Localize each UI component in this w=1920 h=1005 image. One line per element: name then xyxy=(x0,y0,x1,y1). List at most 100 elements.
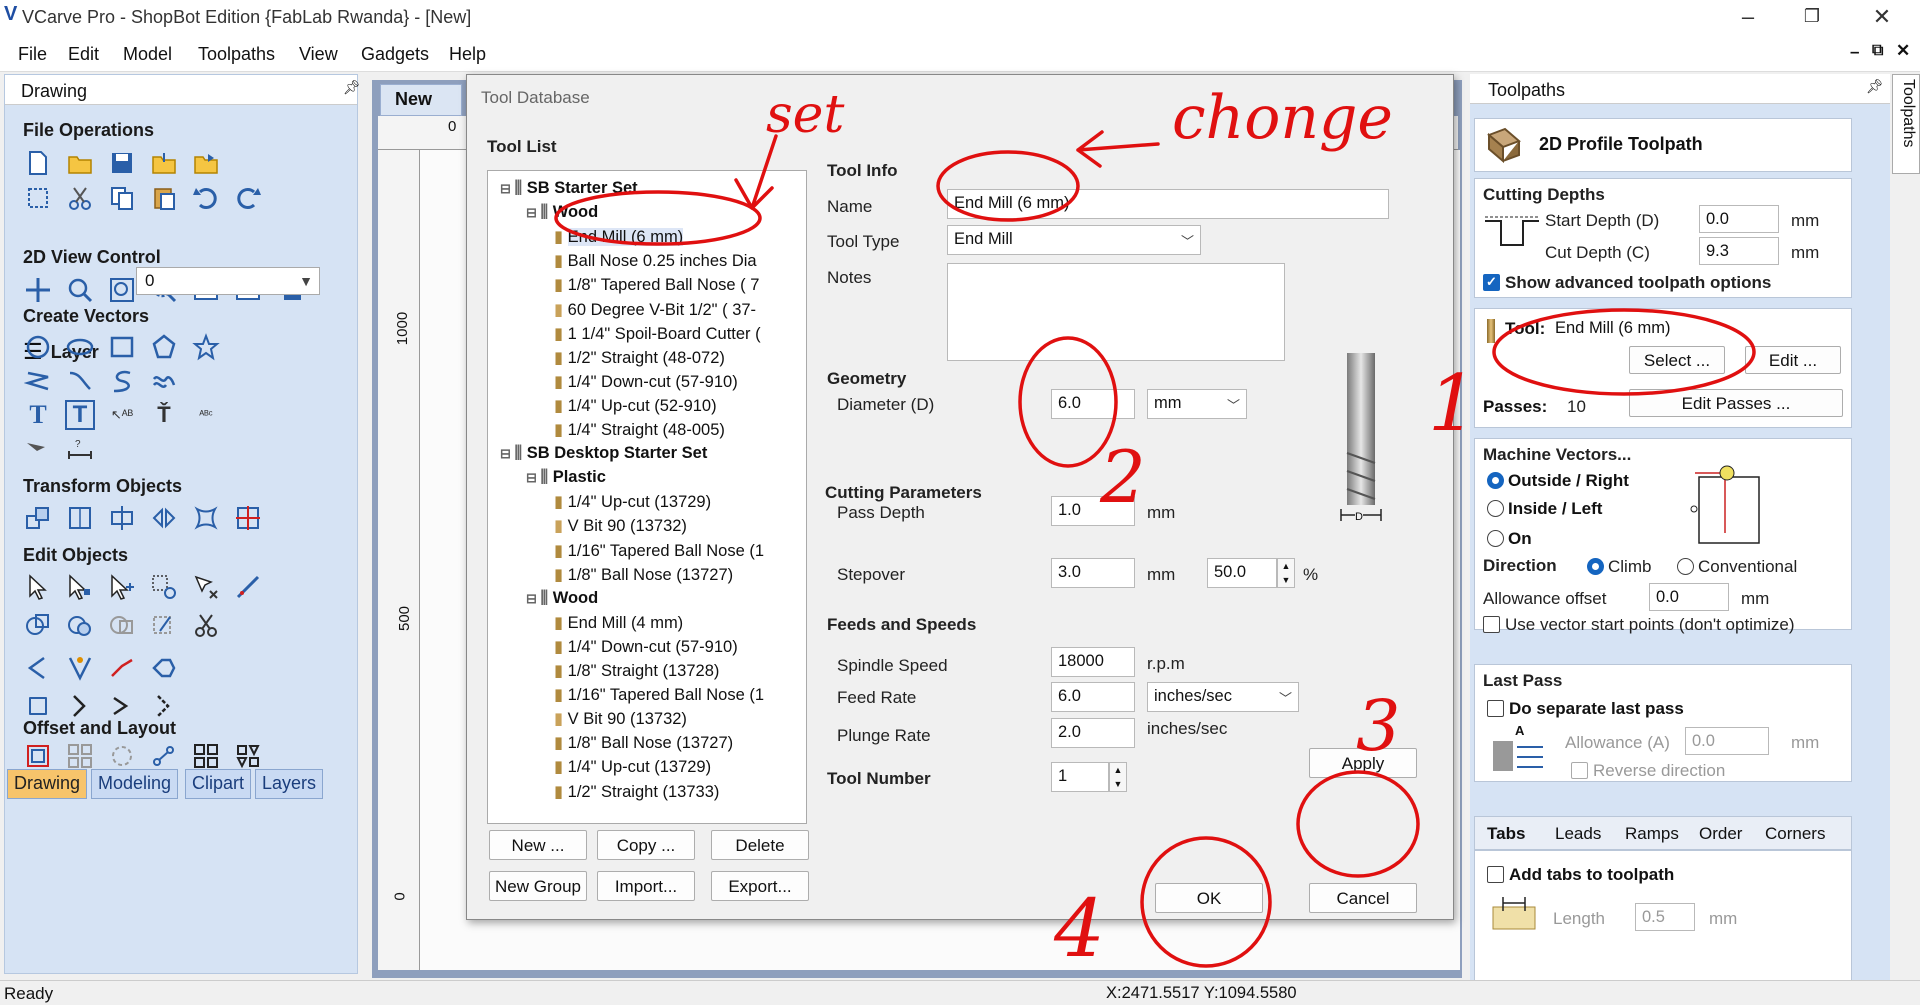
feed-rate-input[interactable]: 6.0 xyxy=(1051,682,1135,712)
inside-left-radio[interactable]: Inside / Left xyxy=(1487,499,1602,519)
text-icon[interactable]: T xyxy=(23,400,53,430)
nesting-icon[interactable] xyxy=(191,741,221,771)
tool-tree-item[interactable]: ▮ 60 Degree V-Bit 1/2" ( 37- xyxy=(554,300,756,324)
tool-tree-item[interactable]: ▮ 1/8" Tapered Ball Nose ( 7 xyxy=(554,275,759,299)
tool-tree-item[interactable]: ▮ 1/8" Straight (13728) xyxy=(554,661,719,685)
pin-icon[interactable]: 📌︎ xyxy=(343,79,361,96)
circular-array-icon[interactable] xyxy=(107,741,137,771)
apply-button[interactable]: Apply xyxy=(1309,748,1417,778)
tool-tree-item[interactable]: ▮ 1 1/4" Spoil-Board Cutter ( xyxy=(554,324,761,348)
tool-tree-item[interactable]: ▮ 1/4" Up-cut (52-910) xyxy=(554,396,717,420)
tool-name-input[interactable]: End Mill (6 mm) xyxy=(947,189,1389,219)
node-edit-icon[interactable] xyxy=(65,572,95,602)
tab-clipart[interactable]: Clipart xyxy=(185,769,252,799)
copy-tool-button[interactable]: Copy ... xyxy=(597,830,695,860)
pass-depth-input[interactable]: 1.0 xyxy=(1051,496,1135,526)
copy-along-vector-icon[interactable] xyxy=(149,741,179,771)
menu-toolpaths[interactable]: Toolpaths xyxy=(198,44,275,65)
selection-tools-icon[interactable] xyxy=(149,572,179,602)
fillet-icon[interactable] xyxy=(65,653,95,683)
text-on-curve-icon[interactable]: ↖ᴬᴮ xyxy=(107,400,137,430)
close-vector-icon[interactable] xyxy=(107,691,137,721)
tool-tree-item[interactable]: ▮ 1/4" Up-cut (13729) xyxy=(554,757,711,781)
undo-icon[interactable] xyxy=(191,183,221,213)
tool-tree-item[interactable]: ▮ 1/16" Tapered Ball Nose (1 xyxy=(554,685,764,709)
zoom-box-icon[interactable] xyxy=(65,275,95,305)
tool-tree-item[interactable]: ▮ 1/8" Ball Nose (13727) xyxy=(554,733,733,757)
mirror-icon[interactable] xyxy=(149,503,179,533)
tool-tree-item[interactable]: ▮ Ball Nose 0.25 inches Dia xyxy=(554,251,757,275)
redo-icon[interactable] xyxy=(233,183,263,213)
notes-textarea[interactable] xyxy=(947,263,1285,361)
circle-icon[interactable] xyxy=(23,332,53,362)
plunge-rate-input[interactable]: 2.0 xyxy=(1051,718,1135,748)
tab-layers[interactable]: Layers xyxy=(255,769,324,799)
weld-icon[interactable] xyxy=(23,610,53,640)
new-tool-button[interactable]: New ... xyxy=(489,830,587,860)
import-button[interactable]: Import... xyxy=(597,871,695,901)
text-frame-icon[interactable]: T xyxy=(65,400,95,430)
ok-button[interactable]: OK xyxy=(1155,883,1263,913)
export-button[interactable]: Export... xyxy=(711,871,809,901)
menu-edit[interactable]: Edit xyxy=(68,44,99,65)
tool-tree-item[interactable]: ▮ 1/8" Ball Nose (13727) xyxy=(554,565,733,589)
edit-tool-button[interactable]: Edit ... xyxy=(1745,346,1841,374)
mdi-restore-icon[interactable]: ⧉ xyxy=(1872,42,1883,60)
menu-gadgets[interactable]: Gadgets xyxy=(361,44,429,65)
on-radio[interactable]: On xyxy=(1487,529,1532,549)
intersect-icon[interactable] xyxy=(107,610,137,640)
mdi-minimize-icon[interactable]: – xyxy=(1850,42,1859,62)
mdi-close-icon[interactable]: ✕ xyxy=(1896,41,1910,61)
rectangle-icon[interactable] xyxy=(107,332,137,362)
tool-type-select[interactable]: End Mill ﹀ xyxy=(947,225,1201,255)
tool-tree-item[interactable]: ▮ 1/4" Up-cut (13729) xyxy=(554,492,711,516)
extend-vector-icon[interactable] xyxy=(149,653,179,683)
star-icon[interactable] xyxy=(191,332,221,362)
align-icon[interactable] xyxy=(65,503,95,533)
diameter-input[interactable]: 6.0 xyxy=(1051,389,1135,419)
trim-icon[interactable] xyxy=(149,610,179,640)
dimension-icon[interactable] xyxy=(23,434,53,464)
stepover-spinner[interactable]: ▲ ▼ xyxy=(1277,558,1295,588)
menu-view[interactable]: View xyxy=(299,44,338,65)
tab-length-input[interactable]: 0.5 xyxy=(1635,903,1695,931)
chamfer-icon[interactable] xyxy=(65,691,95,721)
plate-layout-icon[interactable] xyxy=(233,741,263,771)
arc-icon[interactable] xyxy=(107,366,137,396)
save-icon[interactable] xyxy=(107,148,137,178)
tool-tree-group[interactable]: ⊟ ⫼ SB Desktop Starter Set xyxy=(500,444,707,468)
job-setup-icon[interactable] xyxy=(23,183,53,213)
paste-icon[interactable] xyxy=(149,183,179,213)
move-icon[interactable] xyxy=(23,503,53,533)
spindle-speed-input[interactable]: 18000 xyxy=(1051,647,1135,677)
outside-right-radio[interactable]: Outside / Right xyxy=(1487,471,1629,491)
tool-tree[interactable]: ⊟ ⫼ SB Starter Set ⊟ ⫼ Wood ▮ End Mill (6 … xyxy=(487,170,807,824)
tool-tree-item[interactable]: ▮ 1/4" Down-cut (57-910) xyxy=(554,637,738,661)
text-arc-icon[interactable]: ᴬᴮᶜ xyxy=(191,400,221,430)
select-icon[interactable] xyxy=(23,572,53,602)
ellipse-icon[interactable] xyxy=(65,332,95,362)
climb-radio[interactable]: Climb xyxy=(1587,557,1651,577)
subtract-icon[interactable] xyxy=(65,610,95,640)
tab-drawing[interactable]: Drawing xyxy=(7,769,88,799)
tool-tree-group[interactable]: ⊟ ⫼ Wood xyxy=(526,203,598,227)
menu-model[interactable]: Model xyxy=(123,44,172,65)
menu-help[interactable]: Help xyxy=(449,44,486,65)
new-file-icon[interactable] xyxy=(23,148,53,178)
scissors-icon[interactable] xyxy=(191,610,221,640)
stepover-input[interactable]: 3.0 xyxy=(1051,558,1135,588)
scale-icon[interactable] xyxy=(107,503,137,533)
measure-icon[interactable] xyxy=(233,572,263,602)
layer-select[interactable]: 0 ▼ xyxy=(136,267,320,295)
polyline-icon[interactable] xyxy=(23,366,53,396)
tool-tree-group[interactable]: ⊟ ⫼ Wood xyxy=(526,589,598,613)
set-position-icon[interactable] xyxy=(233,503,263,533)
pan-icon[interactable] xyxy=(23,275,53,305)
vector-start-points-checkbox[interactable]: Use vector start points (don't optimize) xyxy=(1483,615,1795,635)
separate-last-pass-checkbox[interactable]: Do separate last pass xyxy=(1487,699,1684,719)
tool-number-spinner[interactable]: ▲ ▼ xyxy=(1109,762,1127,792)
edit-passes-button[interactable]: Edit Passes ... xyxy=(1629,389,1843,417)
tool-tree-item[interactable]: ▮ V Bit 90 (13732) xyxy=(554,709,687,733)
import-vectors-icon[interactable] xyxy=(149,148,179,178)
tool-number-input[interactable]: 1 xyxy=(1051,762,1109,792)
